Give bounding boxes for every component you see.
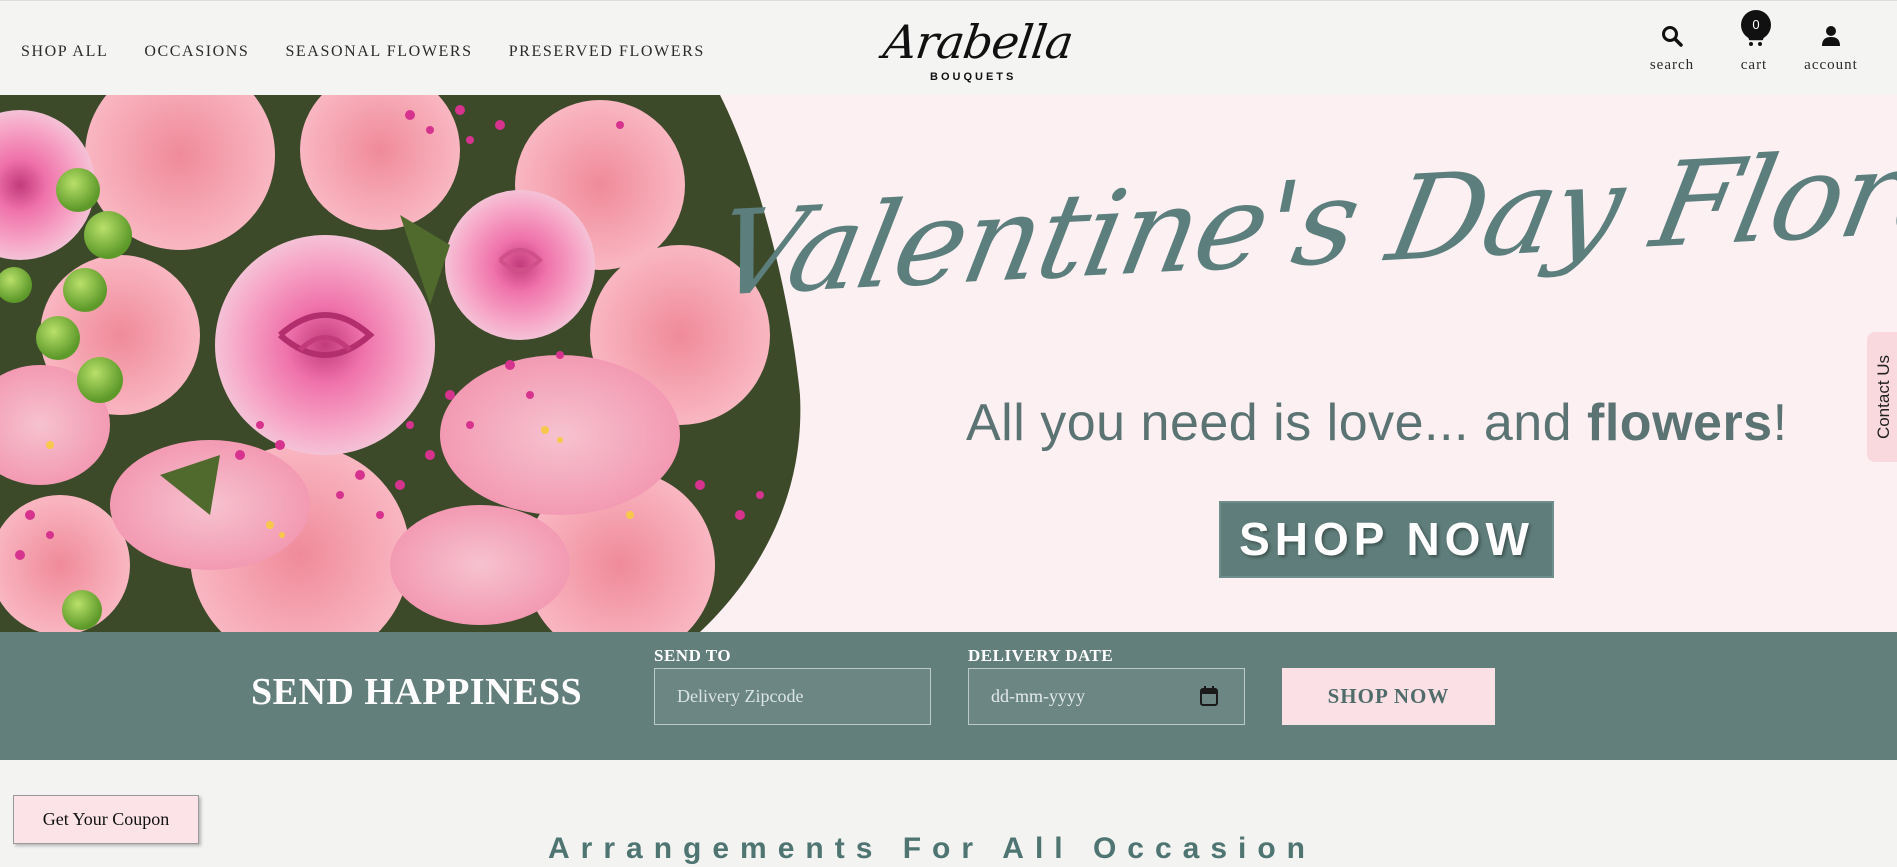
account-button[interactable]: account [1791,21,1871,74]
search-button[interactable]: search [1632,21,1712,74]
hero-title: Valentine's Day Florals [704,115,1897,323]
delivery-date-label: DELIVERY DATE [968,646,1114,665]
account-label: account [1804,57,1858,73]
send-happiness-heading: SEND HAPPINESS [251,671,583,713]
send-to-label: SEND TO [654,646,732,665]
hero-banner[interactable]: Valentine's Day Florals All you need is … [0,95,1897,632]
hero-shop-now-button[interactable]: SHOP NOW [1219,501,1554,578]
nav-shop-all[interactable]: SHOP ALL [21,43,108,61]
main-nav: SHOP ALL OCCASIONS SEASONAL FLOWERS PRES… [21,43,741,61]
cart-label: cart [1740,57,1768,73]
brand-logo[interactable]: Arabella BOUQUETS [878,9,1076,94]
site-header: SHOP ALL OCCASIONS SEASONAL FLOWERS PRES… [0,0,1897,95]
bouquet-image [0,95,830,632]
nav-seasonal-flowers[interactable]: SEASONAL FLOWERS [285,43,472,61]
hero-subtitle-prefix: All you need is love... and [966,394,1588,452]
cart-count-badge: 0 [1741,10,1771,40]
get-coupon-button[interactable]: Get Your Coupon [13,795,199,844]
send-shop-now-button[interactable]: SHOP NOW [1282,668,1495,725]
send-happiness-bar: SEND HAPPINESS SEND TO DELIVERY DATE dd-… [0,632,1897,760]
hero-subtitle-suffix: ! [1772,394,1788,452]
hero-subtitle: All you need is love... and flowers! [966,393,1788,453]
nav-occasions[interactable]: OCCASIONS [144,43,249,61]
header-actions: search cart account [1620,21,1860,81]
hero-subtitle-bold: flowers [1587,394,1773,452]
date-placeholder: dd-mm-yyyy [991,686,1085,706]
search-icon [1662,26,1683,47]
search-label: search [1649,57,1695,73]
contact-us-label: Contact Us [1874,354,1893,440]
contact-us-tab[interactable]: Contact Us [1867,332,1897,462]
section-title: Arrangements For All Occasion [548,832,1317,865]
logo-subtitle: BOUQUETS [930,71,1017,83]
logo-script: Arabella [880,15,1076,69]
calendar-icon[interactable] [1200,686,1218,706]
delivery-date-input[interactable]: dd-mm-yyyy [968,668,1245,725]
account-icon [1822,26,1840,46]
nav-preserved-flowers[interactable]: PRESERVED FLOWERS [509,43,705,61]
zipcode-input[interactable] [655,669,930,724]
zipcode-field-wrapper [654,668,931,725]
